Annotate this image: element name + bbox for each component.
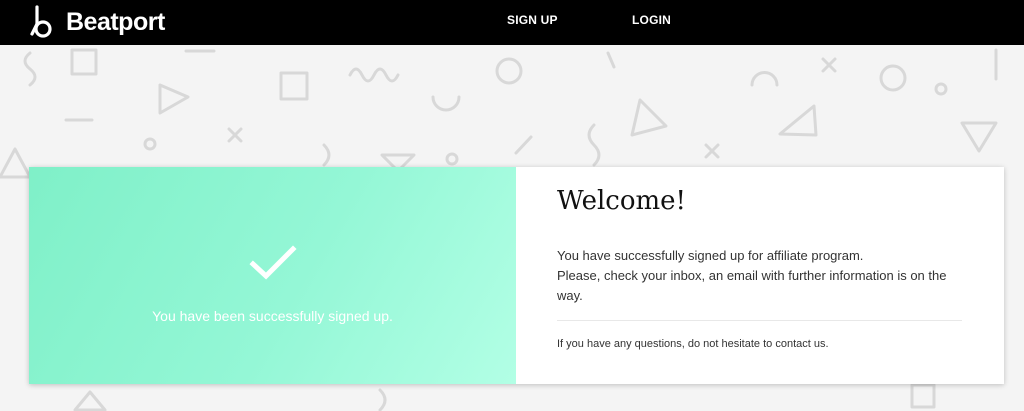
body-line-1: You have successfully signed up for affi… bbox=[557, 248, 864, 263]
signup-success-card: You have been successfully signed up. We… bbox=[29, 167, 1004, 384]
top-navbar: Beatport SIGN UP LOGIN bbox=[0, 0, 1024, 45]
footnote-text: If you have any questions, do not hesita… bbox=[557, 338, 776, 350]
logo[interactable]: Beatport bbox=[30, 3, 165, 41]
success-message: You have been successfully signed up. bbox=[152, 308, 393, 324]
signup-link[interactable]: SIGN UP bbox=[507, 13, 558, 27]
divider bbox=[557, 320, 962, 321]
welcome-title: Welcome! bbox=[557, 186, 687, 216]
contact-footnote: If you have any questions, do not hesita… bbox=[557, 338, 829, 350]
login-link[interactable]: LOGIN bbox=[632, 13, 671, 27]
welcome-body: You have successfully signed up for affi… bbox=[557, 246, 967, 306]
contact-us-link[interactable]: contact us bbox=[775, 338, 825, 350]
checkmark-icon bbox=[249, 245, 297, 280]
logo-text: Beatport bbox=[66, 7, 165, 36]
beatport-logo-icon bbox=[30, 5, 52, 38]
success-panel: You have been successfully signed up. bbox=[29, 167, 516, 384]
footnote-period: . bbox=[825, 338, 829, 350]
body-line-2: Please, check your inbox, an email with … bbox=[557, 268, 947, 303]
welcome-panel: Welcome! You have successfully signed up… bbox=[516, 167, 1004, 384]
